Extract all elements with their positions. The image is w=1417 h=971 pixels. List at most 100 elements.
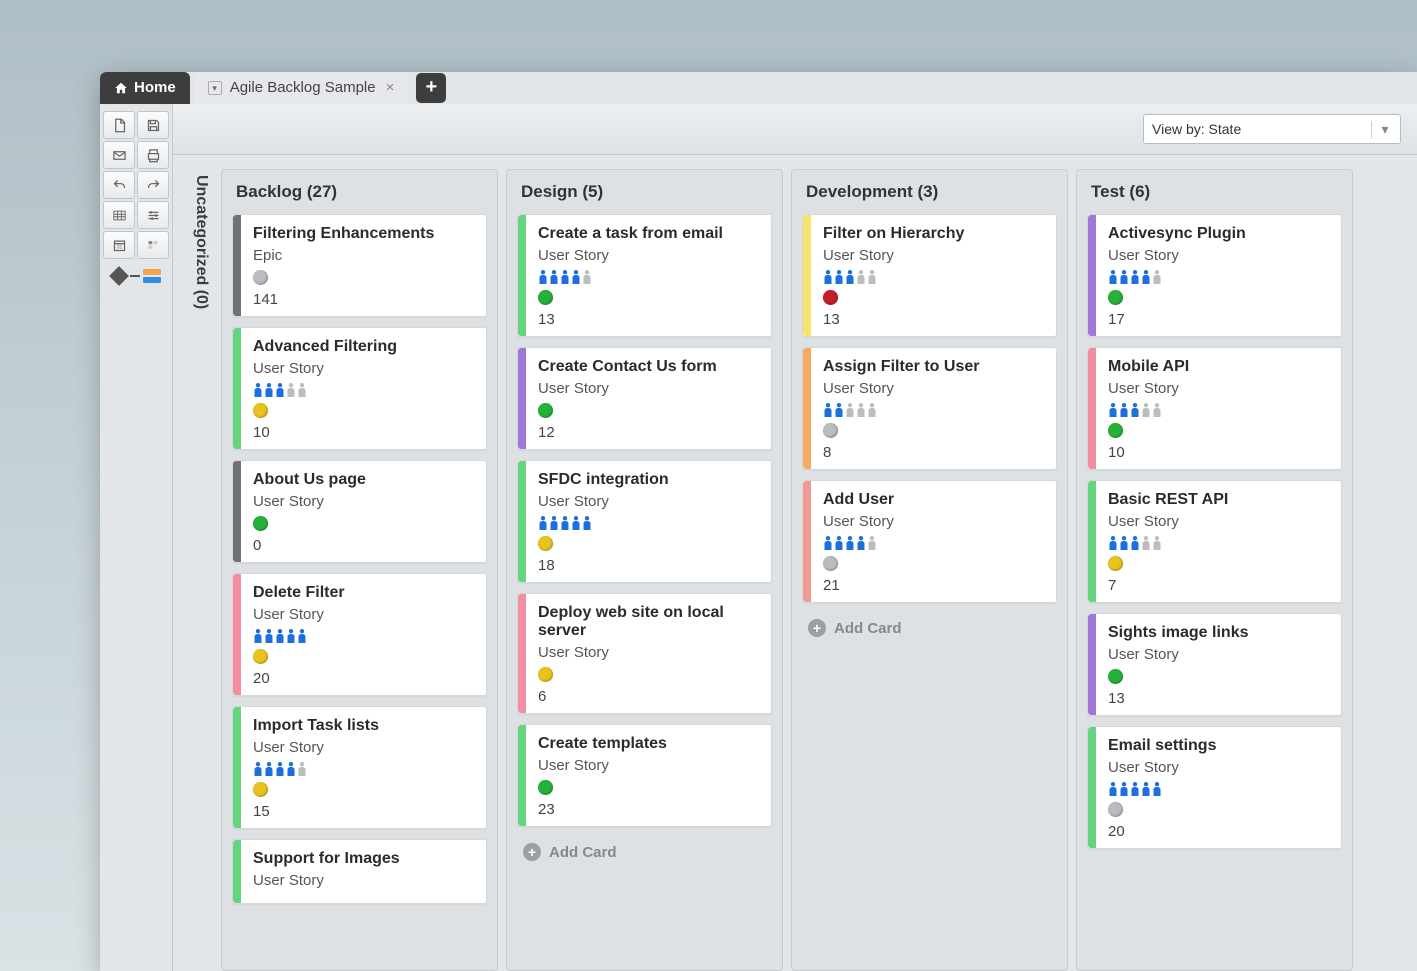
card-points: 13 [1108, 690, 1329, 707]
kanban-card[interactable]: Support for Images User Story [232, 839, 487, 904]
person-icon [1119, 536, 1129, 550]
card-status-row [1108, 669, 1329, 684]
undo-button[interactable] [103, 171, 135, 199]
tab-dropdown-icon[interactable]: ▾ [208, 81, 222, 95]
person-icon [560, 270, 570, 284]
person-icon [1141, 270, 1151, 284]
person-icon [297, 762, 307, 776]
kanban-card[interactable]: Activesync Plugin User Story 17 [1087, 214, 1342, 337]
card-points: 13 [823, 311, 1044, 328]
card-people [538, 270, 759, 284]
card-status-row [253, 782, 474, 797]
column-body[interactable]: Filter on Hierarchy User Story 13 Assign… [792, 214, 1067, 649]
card-type: User Story [823, 380, 1044, 397]
status-dot [538, 667, 553, 682]
card-type: User Story [823, 513, 1044, 530]
card-view-button[interactable] [137, 231, 169, 259]
person-icon [867, 270, 877, 284]
tab-active[interactable]: ▾ Agile Backlog Sample × [194, 72, 409, 104]
kanban-card[interactable]: Create a task from email User Story 13 [517, 214, 772, 337]
uncategorized-lane[interactable]: Uncategorized (0) [181, 169, 221, 971]
kanban-card[interactable]: Email settings User Story 20 [1087, 726, 1342, 849]
tab-home[interactable]: Home [100, 72, 190, 104]
person-icon [856, 270, 866, 284]
calendar-button[interactable]: 31 [103, 231, 135, 259]
card-people [823, 270, 1044, 284]
legend-widget[interactable] [100, 268, 172, 284]
card-status-row [253, 403, 474, 418]
card-points: 17 [1108, 311, 1329, 328]
person-icon [1152, 403, 1162, 417]
column-body[interactable]: Activesync Plugin User Story 17 Mobile A… [1077, 214, 1352, 859]
card-people [823, 403, 1044, 417]
add-tab-button[interactable]: + [416, 73, 446, 103]
card-points: 10 [253, 424, 474, 441]
kanban-card[interactable]: Filtering Enhancements Epic 141 [232, 214, 487, 317]
plus-icon: + [523, 843, 541, 861]
kanban-card[interactable]: Delete Filter User Story 20 [232, 573, 487, 696]
person-icon [297, 383, 307, 397]
kanban-card[interactable]: Deploy web site on local server User Sto… [517, 593, 772, 714]
status-dot [253, 516, 268, 531]
card-type: User Story [253, 360, 474, 377]
person-icon [253, 629, 263, 643]
kanban-card[interactable]: Import Task lists User Story 15 [232, 706, 487, 829]
card-points: 18 [538, 557, 759, 574]
card-points: 20 [253, 670, 474, 687]
person-icon [264, 383, 274, 397]
kanban-card[interactable]: About Us page User Story 0 [232, 460, 487, 563]
new-file-button[interactable] [103, 111, 135, 139]
card-title: Add User [823, 491, 1044, 509]
redo-button[interactable] [137, 171, 169, 199]
person-icon [297, 629, 307, 643]
card-accent [1088, 348, 1096, 469]
card-status-row [823, 423, 1044, 438]
settings-sliders-button[interactable] [137, 201, 169, 229]
tab-active-label: Agile Backlog Sample [230, 72, 376, 104]
column-body[interactable]: Filtering Enhancements Epic 141 Advanced… [222, 214, 497, 914]
status-dot [538, 290, 553, 305]
person-icon [867, 403, 877, 417]
person-icon [1141, 536, 1151, 550]
card-type: User Story [823, 247, 1044, 264]
card-type: User Story [538, 644, 759, 661]
save-button[interactable] [137, 111, 169, 139]
mail-button[interactable] [103, 141, 135, 169]
viewby-label: View by: State [1152, 121, 1241, 137]
kanban-card[interactable]: Advanced Filtering User Story 10 [232, 327, 487, 450]
card-status-row [253, 270, 474, 285]
kanban-card[interactable]: Create Contact Us form User Story 12 [517, 347, 772, 450]
column-title: Backlog (27) [222, 170, 497, 214]
kanban-card[interactable]: Filter on Hierarchy User Story 13 [802, 214, 1057, 337]
status-dot [1108, 669, 1123, 684]
column-body[interactable]: Create a task from email User Story 13 C… [507, 214, 782, 873]
card-title: Create a task from email [538, 225, 759, 243]
status-dot [253, 270, 268, 285]
kanban-card[interactable]: Assign Filter to User User Story 8 [802, 347, 1057, 470]
kanban-card[interactable]: Mobile API User Story 10 [1087, 347, 1342, 470]
person-icon [845, 536, 855, 550]
add-card-button[interactable]: +Add Card [802, 613, 1057, 649]
viewby-select[interactable]: View by: State ▾ [1143, 114, 1401, 144]
person-icon [834, 403, 844, 417]
viewby-bar: View by: State ▾ [173, 104, 1417, 155]
card-accent [518, 215, 526, 336]
print-button[interactable] [137, 141, 169, 169]
card-status-row [1108, 290, 1329, 305]
card-points: 23 [538, 801, 759, 818]
add-card-button[interactable]: +Add Card [517, 837, 772, 873]
kanban-card[interactable]: Sights image links User Story 13 [1087, 613, 1342, 716]
kanban-card[interactable]: SFDC integration User Story 18 [517, 460, 772, 583]
status-dot [1108, 802, 1123, 817]
close-icon[interactable]: × [386, 72, 395, 104]
card-accent [233, 215, 241, 316]
kanban-column: Design (5) Create a task from email User… [506, 169, 783, 971]
card-title: Sights image links [1108, 624, 1329, 642]
card-people [1108, 403, 1329, 417]
tab-strip: Home ▾ Agile Backlog Sample × + [100, 72, 1417, 104]
kanban-card[interactable]: Create templates User Story 23 [517, 724, 772, 827]
kanban-card[interactable]: Basic REST API User Story 7 [1087, 480, 1342, 603]
person-icon [845, 270, 855, 284]
grid-view-button[interactable] [103, 201, 135, 229]
kanban-card[interactable]: Add User User Story 21 [802, 480, 1057, 603]
